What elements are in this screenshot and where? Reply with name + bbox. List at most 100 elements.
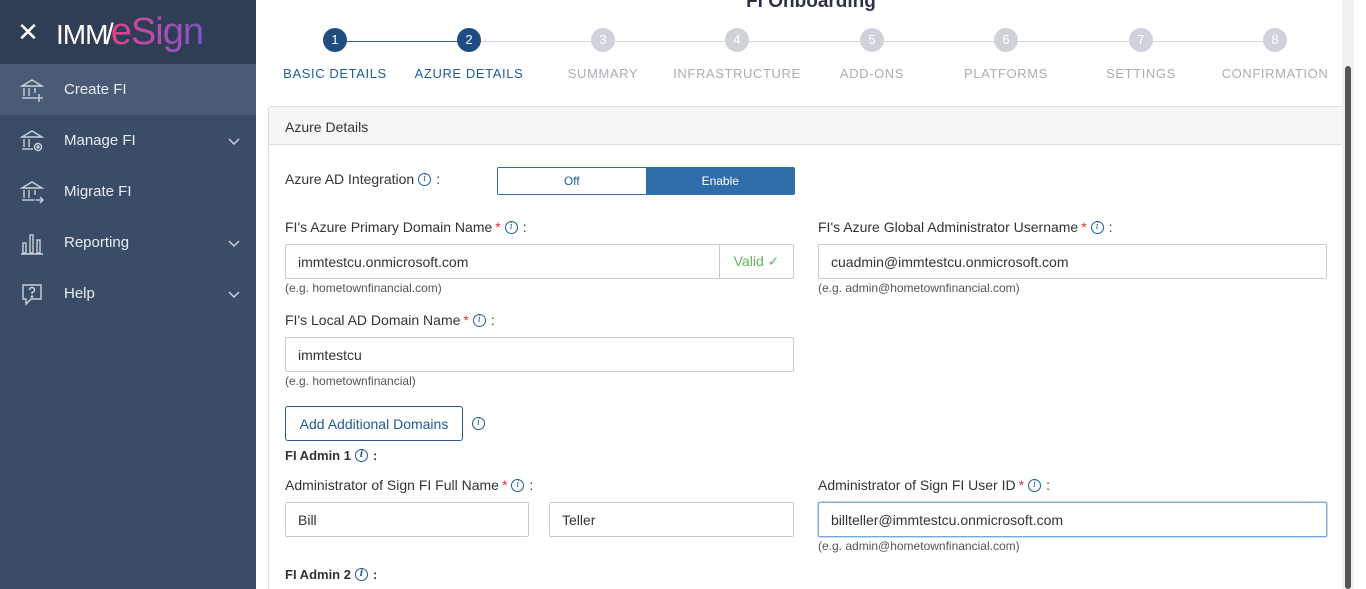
add-additional-domains-button[interactable]: Add Additional Domains (285, 406, 463, 441)
app-logo: IMM / eSign (56, 10, 204, 54)
info-icon[interactable]: i (504, 220, 518, 234)
step-number: 3 (591, 28, 615, 52)
sidebar-item-create-fi[interactable]: Create FI (0, 64, 256, 115)
step-number: 4 (725, 28, 749, 52)
label-colon: : (1108, 219, 1113, 235)
admin-fullname-label: Administrator of Sign FI Full Name * i : (285, 477, 533, 493)
required-marker: * (495, 219, 501, 235)
azure-ad-integration-label: Azure AD Integration i : (285, 171, 440, 187)
primary-domain-input[interactable]: immtestcu.onmicrosoft.com Valid ✓ (285, 244, 794, 279)
scrollbar-thumb[interactable] (1345, 66, 1351, 589)
admin1-userid-input[interactable]: billteller@immtestcu.onmicrosoft.com (818, 502, 1327, 537)
local-domain-hint: (e.g. hometownfinancial) (285, 374, 416, 388)
sidebar: ✕ IMM / eSign Create FI Manage FI Migrat… (0, 0, 256, 589)
sidebar-item-label: Reporting (64, 234, 130, 251)
step-settings[interactable]: 7 SETTINGS (1074, 28, 1208, 81)
required-marker: * (501, 477, 508, 493)
sidebar-item-manage-fi[interactable]: Manage FI (0, 115, 256, 166)
label-text: Administrator of Sign FI Full Name (285, 477, 499, 493)
info-icon[interactable]: i (354, 449, 368, 462)
sidebar-item-label: Create FI (64, 81, 127, 98)
bank-add-icon (0, 77, 64, 103)
input-value: billteller@immtestcu.onmicrosoft.com (831, 511, 1064, 528)
label-colon: : (522, 219, 527, 235)
step-number: 1 (323, 28, 347, 52)
step-add-ons[interactable]: 5 ADD-ONS (805, 28, 939, 81)
step-azure-details[interactable]: 2 AZURE DETAILS (402, 28, 536, 81)
logo-imm: IMM (56, 18, 108, 50)
admin1-last-name-input[interactable]: Teller (549, 502, 794, 537)
primary-domain-label: FI's Azure Primary Domain Name * i : (285, 219, 527, 235)
input-value: Teller (562, 511, 596, 528)
info-icon[interactable]: i (1028, 478, 1042, 492)
info-icon[interactable]: i (1090, 220, 1104, 234)
step-basic-details[interactable]: 1 BASIC DETAILS (268, 28, 402, 81)
step-label: INFRASTRUCTURE (673, 66, 801, 81)
page-title: FI Onboarding (746, 0, 876, 12)
input-value: Bill (298, 511, 317, 528)
step-label: PLATFORMS (964, 66, 1048, 81)
step-number: 5 (860, 28, 884, 52)
input-value: immtestcu.onmicrosoft.com (298, 253, 469, 270)
input-value: immtestcu (298, 346, 362, 363)
step-platforms[interactable]: 6 PLATFORMS (939, 28, 1073, 81)
toggle-enable-button[interactable]: Enable (646, 168, 794, 194)
info-icon[interactable]: i (511, 478, 525, 492)
label-colon: : (490, 312, 495, 328)
sidebar-item-help[interactable]: Help (0, 268, 256, 319)
vertical-scrollbar[interactable] (1342, 0, 1354, 589)
step-label: SETTINGS (1106, 66, 1176, 81)
step-label: SUMMARY (567, 66, 639, 81)
section-title-text: FI Admin 2 (285, 567, 351, 582)
azure-ad-integration-toggle[interactable]: Off Enable (497, 167, 795, 195)
bar-chart-icon (0, 230, 64, 256)
required-marker: * (463, 312, 469, 328)
step-summary[interactable]: 3 SUMMARY (536, 28, 670, 81)
logo-esign: eSign (110, 10, 204, 53)
admin-userid-label: Administrator of Sign FI User ID * i : (818, 477, 1050, 493)
step-number: 7 (1129, 28, 1153, 52)
info-icon[interactable]: i (472, 417, 485, 430)
bank-settings-icon (0, 128, 64, 154)
label-colon: : (372, 448, 378, 463)
required-marker: * (1018, 477, 1025, 493)
sidebar-item-label: Migrate FI (64, 183, 132, 200)
step-label: BASIC DETAILS (283, 66, 387, 81)
chevron-down-icon (228, 235, 240, 252)
global-admin-label: FI's Azure Global Administrator Username… (818, 219, 1113, 235)
step-confirmation[interactable]: 8 CONFIRMATION (1208, 28, 1342, 81)
info-icon[interactable]: i (472, 313, 486, 327)
global-admin-username-input[interactable]: cuadmin@immtestcu.onmicrosoft.com (818, 244, 1327, 279)
fi-admin-1-title: FI Admin 1 i : (285, 448, 377, 463)
main-content: FI Onboarding 1 BASIC DETAILS 2 AZURE DE… (256, 0, 1354, 589)
close-icon[interactable]: ✕ (0, 0, 56, 64)
step-number: 8 (1263, 28, 1287, 52)
azure-details-card: Azure Details Azure AD Integration i : O… (268, 106, 1343, 589)
label-text: Azure AD Integration (285, 171, 415, 187)
step-number: 6 (994, 28, 1018, 52)
local-domain-label: FI's Local AD Domain Name * i : (285, 312, 495, 328)
label-text: FI's Local AD Domain Name (285, 312, 461, 328)
help-icon (0, 281, 64, 307)
sidebar-item-label: Manage FI (64, 132, 136, 149)
section-title-text: FI Admin 1 (285, 448, 351, 463)
label-colon: : (372, 567, 378, 582)
label-colon: : (436, 171, 441, 187)
label-colon: : (529, 477, 534, 493)
step-label: ADD-ONS (839, 66, 905, 81)
chevron-down-icon (228, 133, 240, 150)
local-domain-input[interactable]: immtestcu (285, 337, 794, 372)
info-icon[interactable]: i (418, 172, 432, 186)
sidebar-item-reporting[interactable]: Reporting (0, 217, 256, 268)
sidebar-item-migrate-fi[interactable]: Migrate FI (0, 166, 256, 217)
logo-bar: ✕ IMM / eSign (0, 0, 256, 64)
label-colon: : (1046, 477, 1050, 493)
onboarding-stepper: 1 BASIC DETAILS 2 AZURE DETAILS 3 SUMMAR… (268, 28, 1348, 88)
admin1-first-name-input[interactable]: Bill (285, 502, 529, 537)
step-infrastructure[interactable]: 4 INFRASTRUCTURE (670, 28, 804, 81)
sidebar-item-label: Help (64, 285, 95, 302)
toggle-off-button[interactable]: Off (498, 168, 647, 194)
card-header: Azure Details (269, 107, 1342, 145)
required-marker: * (1081, 219, 1087, 235)
info-icon[interactable]: i (354, 568, 368, 581)
